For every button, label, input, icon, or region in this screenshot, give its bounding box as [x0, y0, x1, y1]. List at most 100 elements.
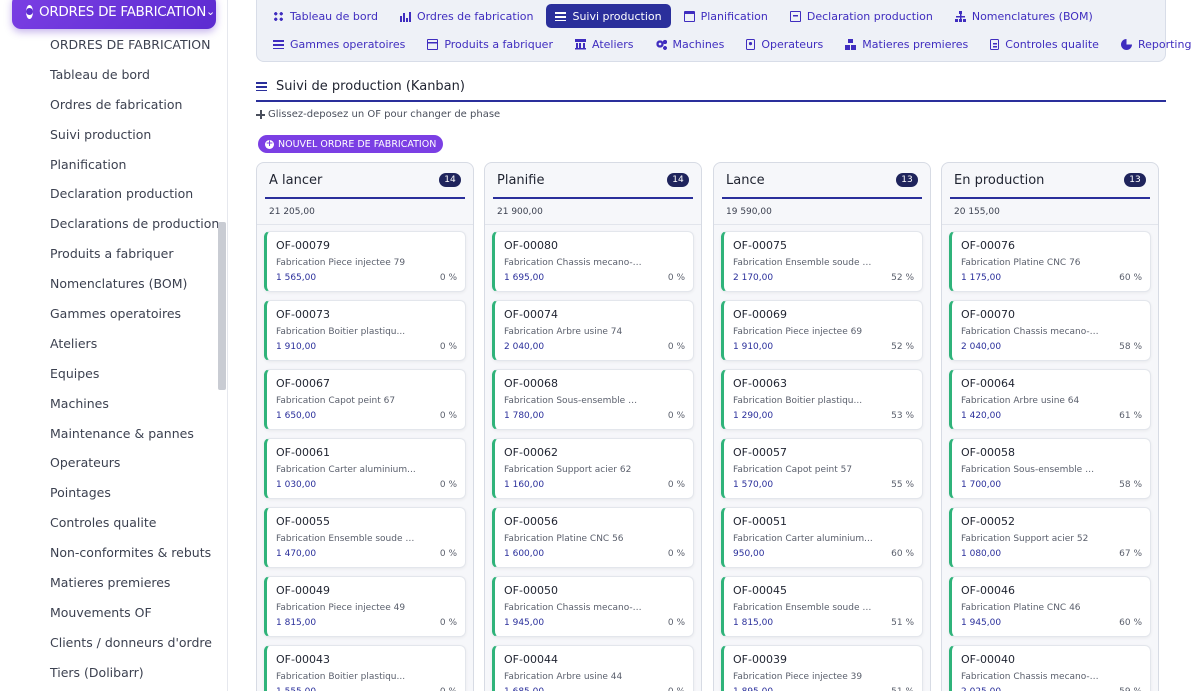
sidebar-item-ordres-de-fabrication[interactable]: Ordres de fabrication	[0, 90, 218, 120]
order-card[interactable]: OF-00070 Fabrication Chassis mecano-s... 2…	[949, 300, 1151, 361]
order-card[interactable]: OF-00044 Fabrication Arbre usine 44 1 685,…	[492, 645, 694, 691]
sidebar-item-mouvements-of[interactable]: Mouvements OF	[0, 598, 218, 628]
order-card[interactable]: OF-00045 Fabrication Ensemble soude 45 1 8…	[721, 576, 923, 637]
sidebar-item-operateurs[interactable]: Operateurs	[0, 448, 218, 478]
nav-tab-label: Ateliers	[591, 37, 634, 51]
order-card[interactable]: OF-00055 Fabrication Ensemble soude 55 1 4…	[264, 507, 466, 568]
order-reference: OF-00067	[276, 377, 330, 390]
sidebar-item-tableau-de-bord[interactable]: Tableau de bord	[0, 60, 218, 90]
sidebar-item-non-conformites-rebuts[interactable]: Non-conformites & rebuts	[0, 538, 218, 568]
order-card[interactable]: OF-00063 Fabrication Boitier plastiqu... 1…	[721, 369, 923, 430]
order-card[interactable]: OF-00049 Fabrication Piece injectee 49 1 8…	[264, 576, 466, 637]
module-logo-icon	[26, 4, 33, 19]
sidebar: ORDRES DE FABRICATION ⌄ ORDRES DE FABRIC…	[0, 0, 228, 691]
card-footer: 1 685,00 0 %	[504, 687, 685, 691]
nav-tab-reporting[interactable]: Reporting	[1112, 32, 1200, 56]
sidebar-item-suivi-production[interactable]: Suivi production	[0, 120, 218, 150]
order-card[interactable]: OF-00043 Fabrication Boitier plastiqu... 1…	[264, 645, 466, 691]
nav-tab-planification[interactable]: Planification	[675, 4, 777, 28]
nav-tab-ordres-de-fabrication[interactable]: Ordres de fabrication	[391, 4, 543, 28]
order-card[interactable]: OF-00064 Fabrication Arbre usine 64 1 420,…	[949, 369, 1151, 430]
order-card[interactable]: OF-00040 Fabrication Chassis mecano-s... 2…	[949, 645, 1151, 691]
card-footer: 1 160,00 0 %	[504, 480, 685, 490]
chevron-down-icon: ⌄	[206, 5, 216, 18]
order-description: Fabrication Ensemble soude 45	[733, 603, 873, 613]
nav-tab-nomenclatures-bom[interactable]: Nomenclatures (BOM)	[946, 4, 1102, 28]
order-card[interactable]: OF-00075 Fabrication Ensemble soude 75 2 1…	[721, 231, 923, 292]
order-card[interactable]: OF-00058 Fabrication Sous-ensemble mo... 1…	[949, 438, 1151, 499]
card-footer: 2 025,00 59 %	[961, 687, 1142, 691]
nav-tab-operateurs[interactable]: Operateurs	[737, 32, 832, 56]
nav-tab-label: Tableau de bord	[290, 9, 378, 23]
sidebar-item-planification[interactable]: Planification	[0, 150, 218, 180]
new-order-button[interactable]: + NOUVEL ORDRE DE FABRICATION	[258, 135, 444, 153]
sidebar-item-machines[interactable]: Machines	[0, 389, 218, 419]
order-card[interactable]: OF-00061 Fabrication Carter aluminium... 1…	[264, 438, 466, 499]
card-footer: 1 780,00 0 %	[504, 411, 685, 421]
order-description: Fabrication Boitier plastiqu...	[733, 396, 863, 406]
sidebar-item-clients-donneurs-d-ordre[interactable]: Clients / donneurs d'ordre	[0, 628, 218, 658]
nav-tab-matieres-premieres[interactable]: Matieres premieres	[836, 32, 977, 56]
order-amount: 1 600,00	[504, 549, 545, 559]
card-footer: 1 555,00 0 %	[276, 687, 457, 691]
column-total: 20 155,00	[942, 199, 1158, 225]
order-amount: 1 895,00	[733, 687, 773, 691]
sidebar-item-pointages[interactable]: Pointages	[0, 478, 218, 508]
sidebar-item-tiers-dolibarr[interactable]: Tiers (Dolibarr)	[0, 658, 218, 688]
order-amount: 1 945,00	[961, 618, 1002, 628]
card-footer: 1 945,00 60 %	[961, 618, 1142, 628]
order-card[interactable]: OF-00052 Fabrication Support acier 52 1 08…	[949, 507, 1151, 568]
sidebar-item-equipes[interactable]: Equipes	[0, 359, 218, 389]
nav-tab-machines[interactable]: Machines	[647, 32, 734, 56]
sidebar-item-controles-qualite[interactable]: Controles qualite	[0, 508, 218, 538]
nav-tab-label: Nomenclatures (BOM)	[971, 9, 1093, 23]
nav-tab-suivi-production[interactable]: Suivi production	[546, 4, 671, 28]
order-amount: 1 910,00	[733, 342, 774, 352]
card-footer: 1 910,00 0 %	[276, 342, 457, 352]
sidebar-item-nomenclatures-bom[interactable]: Nomenclatures (BOM)	[0, 269, 218, 299]
column-header: En production 13	[950, 163, 1150, 199]
order-card[interactable]: OF-00062 Fabrication Support acier 62 1 16…	[492, 438, 694, 499]
sidebar-scrollbar[interactable]	[218, 222, 226, 390]
nav-tab-gammes-operatoires[interactable]: Gammes operatoires	[264, 32, 414, 56]
card-footer: 950,00 60 %	[733, 549, 914, 559]
sidebar-item-maintenance-pannes[interactable]: Maintenance & pannes	[0, 419, 218, 449]
sidebar-item-declaration-production[interactable]: Declaration production	[0, 179, 218, 209]
nav-tab-label: Controles qualite	[1005, 37, 1099, 51]
nav-tab-controles-qualite[interactable]: Controles qualite	[981, 32, 1108, 56]
order-card[interactable]: OF-00056 Fabrication Platine CNC 56 1 600,…	[492, 507, 694, 568]
order-card[interactable]: OF-00069 Fabrication Piece injectee 69 1 9…	[721, 300, 923, 361]
order-card[interactable]: OF-00079 Fabrication Piece injectee 79 1 5…	[264, 231, 466, 292]
sitemap-icon	[954, 10, 966, 22]
order-card[interactable]: OF-00046 Fabrication Platine CNC 46 1 945,…	[949, 576, 1151, 637]
order-amount: 1 945,00	[504, 618, 545, 628]
sidebar-item-declarations-de-production[interactable]: Declarations de production	[0, 209, 219, 239]
order-card[interactable]: OF-00039 Fabrication Piece injectee 39 1 8…	[721, 645, 923, 691]
order-card[interactable]: OF-00050 Fabrication Chassis mecano-s... 1…	[492, 576, 694, 637]
sidebar-item-ateliers[interactable]: Ateliers	[0, 329, 218, 359]
order-card[interactable]: OF-00057 Fabrication Capot peint 57 1 570,…	[721, 438, 923, 499]
order-card[interactable]: OF-00073 Fabrication Boitier plastiqu... 1…	[264, 300, 466, 361]
sidebar-item-produits-a-fabriquer[interactable]: Produits a fabriquer	[0, 239, 218, 269]
order-card[interactable]: OF-00051 Fabrication Carter aluminium... 9…	[721, 507, 923, 568]
nav-tab-produits-a-fabriquer[interactable]: Produits a fabriquer	[418, 32, 562, 56]
order-card[interactable]: OF-00074 Fabrication Arbre usine 74 2 040,…	[492, 300, 694, 361]
order-reference: OF-00050	[504, 584, 558, 597]
order-amount: 2 170,00	[733, 273, 774, 283]
sidebar-item-ordres-de-fabrication[interactable]: ORDRES DE FABRICATION	[0, 30, 218, 60]
nav-tab-tableau-de-bord[interactable]: Tableau de bord	[264, 4, 387, 28]
order-card[interactable]: OF-00067 Fabrication Capot peint 67 1 650,…	[264, 369, 466, 430]
order-progress-percent: 0 %	[439, 480, 457, 490]
order-card[interactable]: OF-00068 Fabrication Sous-ensemble mo... 1…	[492, 369, 694, 430]
nav-tab-ateliers[interactable]: Ateliers	[566, 32, 643, 56]
nav-tab-declaration-production[interactable]: Declaration production	[781, 4, 942, 28]
sidebar-item-matieres-premieres[interactable]: Matieres premieres	[0, 568, 218, 598]
sidebar-module-switcher[interactable]: ORDRES DE FABRICATION ⌄	[12, 0, 216, 29]
order-description: Fabrication Carter aluminium...	[733, 534, 873, 544]
sidebar-item-gammes-operatoires[interactable]: Gammes operatoires	[0, 299, 218, 329]
card-footer: 1 895,00 51 %	[733, 687, 914, 691]
card-footer: 2 040,00 58 %	[961, 342, 1142, 352]
order-card[interactable]: OF-00080 Fabrication Chassis mecano-s... 1…	[492, 231, 694, 292]
card-footer: 1 470,00 0 %	[276, 549, 457, 559]
order-card[interactable]: OF-00076 Fabrication Platine CNC 76 1 175,…	[949, 231, 1151, 292]
